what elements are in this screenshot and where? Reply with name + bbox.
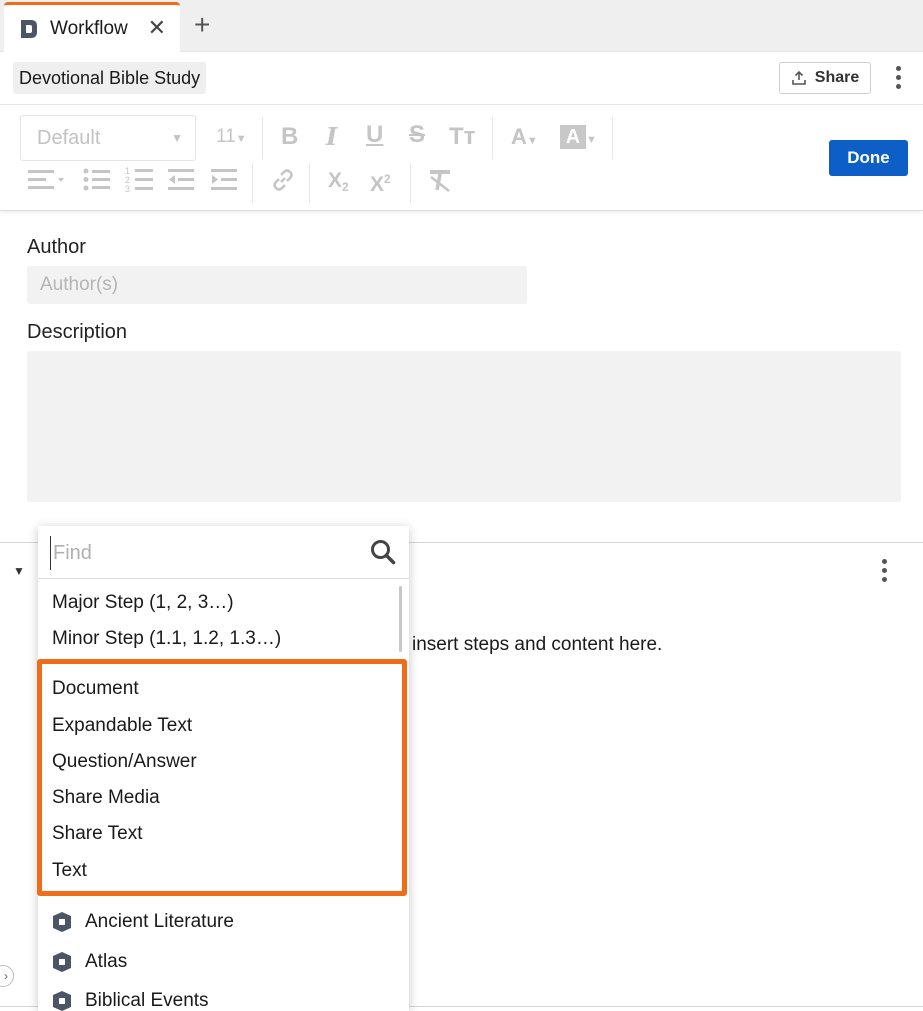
close-tab-icon[interactable]: ✕ bbox=[148, 17, 166, 39]
resource-book-icon bbox=[53, 952, 71, 972]
menu-item-minor-step[interactable]: Minor Step (1.1, 1.2, 1.3…) bbox=[52, 628, 281, 650]
menu-item-major-step[interactable]: Major Step (1, 2, 3…) bbox=[52, 592, 234, 614]
outdent-icon[interactable] bbox=[168, 167, 196, 193]
menu-item-text[interactable]: Text bbox=[52, 860, 87, 882]
svg-text:3: 3 bbox=[125, 184, 130, 193]
empty-section-hint: insert steps and content here. bbox=[412, 634, 663, 655]
author-input[interactable]: Author(s) bbox=[27, 266, 527, 304]
formatting-toolbar: Default ▼ 11▼ B I U S Tт A▼ A ▼ 1 2 3 X2… bbox=[0, 105, 923, 211]
numbered-list-icon[interactable]: 1 2 3 bbox=[125, 165, 155, 193]
more-options-icon[interactable] bbox=[895, 66, 901, 89]
resource-book-icon bbox=[53, 991, 71, 1011]
toolbar-divider bbox=[252, 163, 253, 203]
highlight-color-icon[interactable]: A ▼ bbox=[560, 124, 597, 152]
insert-menu-popup: Major Step (1, 2, 3…) Minor Step (1.1, 1… bbox=[38, 526, 409, 1011]
section-more-options-icon[interactable] bbox=[881, 559, 887, 582]
link-icon[interactable] bbox=[271, 168, 295, 192]
bullet-list-icon[interactable] bbox=[83, 167, 111, 193]
align-left-icon[interactable] bbox=[28, 167, 66, 193]
clear-formatting-icon[interactable] bbox=[428, 168, 452, 192]
expand-panel-chevron-icon[interactable]: › bbox=[0, 965, 14, 987]
search-icon[interactable] bbox=[370, 539, 396, 565]
superscript-icon[interactable]: X2 bbox=[370, 167, 391, 197]
underline-icon[interactable]: U bbox=[366, 123, 383, 147]
document-title[interactable]: Devotional Bible Study bbox=[13, 62, 207, 94]
menu-item-share-media[interactable]: Share Media bbox=[52, 787, 160, 809]
menu-item-biblical-events[interactable]: Biblical Events bbox=[52, 990, 209, 1011]
text-case-icon[interactable]: Tт bbox=[449, 125, 475, 149]
collapse-caret-icon[interactable]: ▼ bbox=[13, 564, 25, 578]
tab-label: Workflow bbox=[50, 17, 128, 39]
subscript-icon[interactable]: X2 bbox=[328, 169, 349, 199]
tab-bar: Workflow ✕ + bbox=[0, 0, 923, 52]
toolbar-divider bbox=[262, 117, 263, 159]
share-upload-icon bbox=[791, 70, 806, 85]
done-button[interactable]: Done bbox=[829, 140, 908, 176]
menu-item-ancient-literature[interactable]: Ancient Literature bbox=[52, 911, 234, 933]
tab-workflow[interactable]: Workflow ✕ bbox=[4, 2, 180, 52]
menu-item-question-answer[interactable]: Question/Answer bbox=[52, 751, 197, 773]
font-size-select[interactable]: 11▼ bbox=[216, 125, 247, 151]
workflow-doc-icon bbox=[21, 19, 37, 38]
add-tab-icon[interactable]: + bbox=[194, 11, 210, 39]
strikethrough-icon[interactable]: S bbox=[409, 123, 425, 147]
resource-label: Ancient Literature bbox=[85, 911, 234, 932]
paragraph-style-select[interactable]: Default ▼ bbox=[20, 115, 196, 161]
bold-icon[interactable]: B bbox=[281, 125, 298, 149]
text-color-icon[interactable]: A▼ bbox=[511, 125, 538, 153]
menu-item-expandable-text[interactable]: Expandable Text bbox=[52, 715, 192, 737]
chevron-down-icon: ▼ bbox=[171, 131, 183, 145]
description-label: Description bbox=[27, 321, 128, 343]
find-input[interactable] bbox=[50, 536, 360, 570]
find-bar bbox=[38, 526, 409, 579]
resource-label: Atlas bbox=[85, 951, 128, 972]
indent-icon[interactable] bbox=[211, 167, 239, 193]
menu-item-share-text[interactable]: Share Text bbox=[52, 823, 142, 845]
author-label: Author bbox=[27, 236, 86, 258]
resource-label: Biblical Events bbox=[85, 990, 209, 1011]
style-value: Default bbox=[37, 127, 101, 149]
menu-item-atlas[interactable]: Atlas bbox=[52, 951, 127, 973]
toolbar-divider bbox=[612, 117, 613, 159]
scrollbar[interactable] bbox=[399, 586, 402, 652]
resource-book-icon bbox=[53, 912, 71, 932]
font-size-value: 11 bbox=[216, 126, 236, 147]
italic-icon[interactable]: I bbox=[326, 125, 337, 149]
share-label: Share bbox=[814, 69, 860, 86]
share-button[interactable]: Share bbox=[779, 62, 871, 94]
toolbar-divider bbox=[492, 117, 493, 159]
toolbar-divider bbox=[309, 163, 310, 203]
description-textarea[interactable] bbox=[27, 351, 901, 502]
menu-item-document[interactable]: Document bbox=[52, 678, 139, 700]
toolbar-divider bbox=[410, 163, 411, 203]
